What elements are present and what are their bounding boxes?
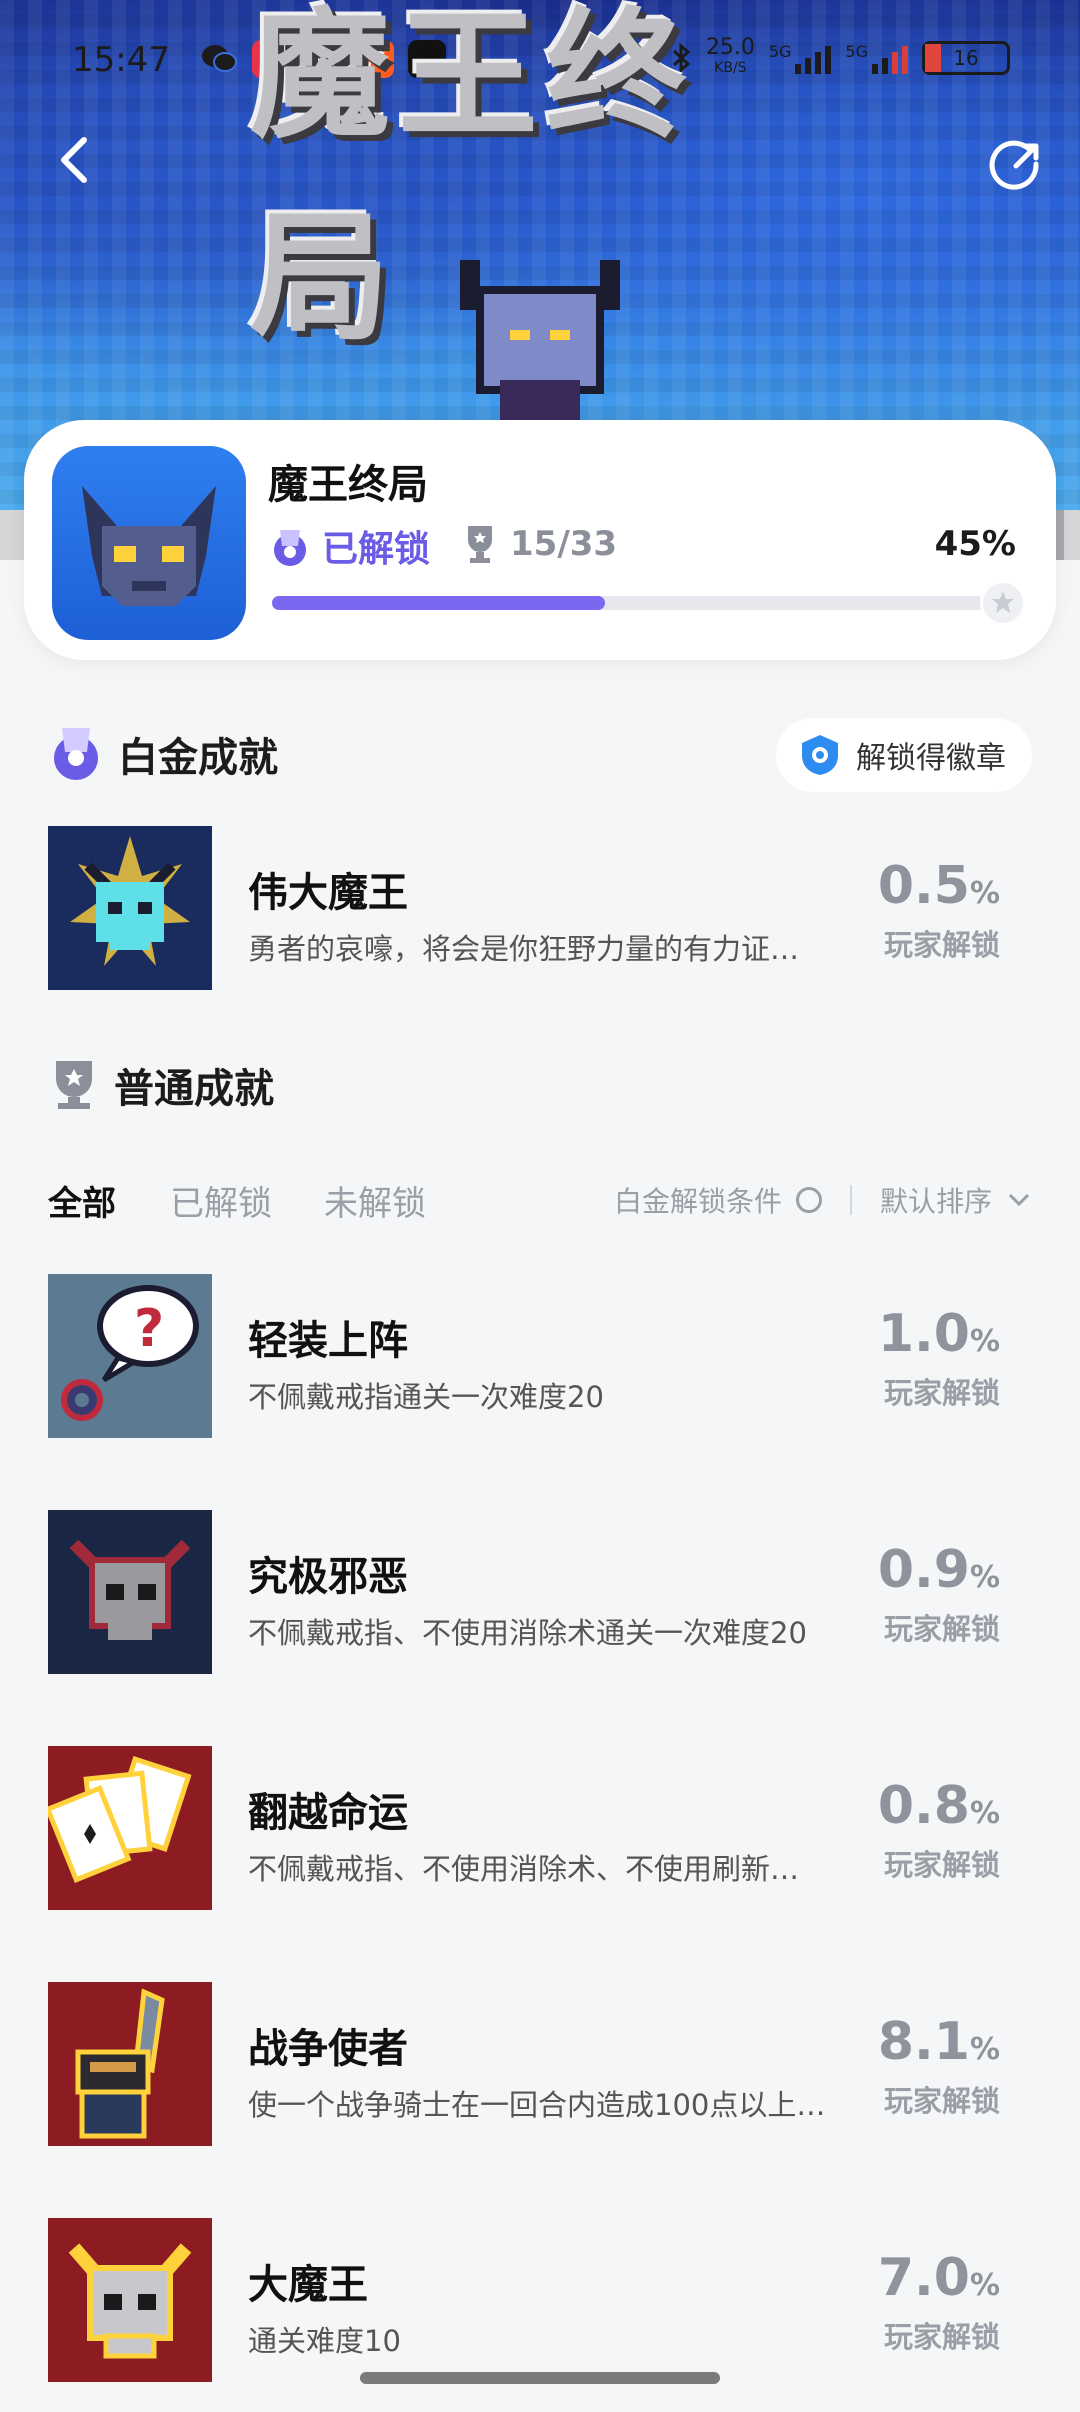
chevron-left-icon <box>61 137 87 183</box>
progress-bar <box>272 580 1026 626</box>
achievement-percent: 1.0% <box>877 1304 1000 1364</box>
status-time: 15:47 <box>72 40 170 80</box>
achievement-caption: 玩家解锁 <box>883 928 1000 962</box>
achievement-row[interactable]: 大魔王 通关难度10 7.0% 玩家解锁 <box>48 2218 1032 2382</box>
platinum-trophy-icon <box>54 728 98 780</box>
achievement-name: 战争使者 <box>248 2026 408 2072</box>
tab-locked[interactable]: 未解锁 <box>324 1176 426 1225</box>
achievement-caption: 玩家解锁 <box>883 1612 1000 1646</box>
chevron-down-icon <box>1008 1193 1030 1207</box>
badge-shield-icon <box>802 735 838 775</box>
achievement-thumb-war-envoy <box>48 1982 212 2146</box>
platinum-achievement-row[interactable]: 伟大魔王 勇者的哀嚎，将会是你狂野力量的有力证… 0.5% 玩家解锁 <box>48 826 1032 990</box>
achievement-percent: 0.8% <box>877 1776 1000 1836</box>
achievement-caption: 玩家解锁 <box>883 1848 1000 1882</box>
progress-end-marker <box>980 580 1026 626</box>
achievement-caption: 玩家解锁 <box>883 2320 1000 2354</box>
achievement-percent: 0.5% <box>877 856 1000 916</box>
normal-section-header: 普通成就 <box>48 1056 274 1114</box>
tab-unlocked[interactable]: 已解锁 <box>170 1176 272 1225</box>
platinum-trophy-icon <box>274 530 306 566</box>
achievement-name: 伟大魔王 <box>248 870 408 916</box>
achievement-row[interactable]: 究极邪恶 不佩戴戒指、不使用消除术通关一次难度20 0.9% 玩家解锁 <box>48 1510 1032 1674</box>
trophy-icon <box>468 526 492 563</box>
achievement-percent: 0.9% <box>877 1540 1000 1600</box>
achievement-desc: 不佩戴戒指、不使用消除术通关一次难度20 <box>248 1616 807 1650</box>
count-text: 15/33 <box>510 524 618 564</box>
battery-icon: 16 <box>922 41 1010 75</box>
svg-text:?: ? <box>134 1299 164 1359</box>
platinum-condition-toggle[interactable] <box>795 1187 822 1213</box>
unlock-badge-label: 解锁得徽章 <box>856 741 1006 776</box>
achievement-row[interactable]: 翻越命运 不佩戴戒指、不使用消除术、不使用刷新… 0.8% 玩家解锁 <box>48 1746 1032 1910</box>
achievement-name: 究极邪恶 <box>248 1554 408 1600</box>
achievement-thumb-great-demon <box>48 826 212 990</box>
achievement-name: 轻装上阵 <box>248 1318 408 1364</box>
home-indicator[interactable] <box>360 2372 720 2384</box>
achievement-thumb-defy-fate <box>48 1746 212 1910</box>
achievement-percent: 8.1% <box>877 2012 1000 2072</box>
achievement-percent: 7.0% <box>877 2248 1000 2308</box>
achievement-count: 15/33 <box>464 524 617 564</box>
achievement-caption: 玩家解锁 <box>883 2084 1000 2118</box>
achievement-caption: 玩家解锁 <box>883 1376 1000 1410</box>
unlock-badge-button[interactable]: 解锁得徽章 <box>776 718 1032 792</box>
platinum-section-title: 白金成就 <box>118 735 278 781</box>
tab-all[interactable]: 全部 <box>48 1176 116 1225</box>
wechat-icon <box>200 40 238 78</box>
share-button[interactable] <box>986 136 1046 196</box>
share-icon <box>989 140 1039 190</box>
filter-controls: 白金解锁条件 默认排序 <box>614 1180 1032 1220</box>
progress-fill <box>272 596 605 610</box>
demon-lord-sprite <box>440 260 640 430</box>
signal-2-icon: 5G <box>845 42 908 74</box>
game-logo: 魔王终局 <box>250 0 830 360</box>
trophy-icon <box>56 1061 92 1109</box>
achievement-row[interactable]: ? 轻装上阵 不佩戴戒指通关一次难度20 1.0% 玩家解锁 <box>48 1274 1032 1438</box>
back-button[interactable] <box>48 130 108 190</box>
game-icon[interactable] <box>52 446 246 640</box>
game-title: 魔王终局 <box>268 462 428 508</box>
filter-tabs: 全部 已解锁 未解锁 白金解锁条件 默认排序 <box>48 1176 1032 1226</box>
achievement-desc: 不佩戴戒指、不使用消除术、不使用刷新… <box>248 1852 800 1886</box>
achievement-desc: 勇者的哀嚎，将会是你狂野力量的有力证… <box>248 932 800 966</box>
platinum-marker-icon <box>992 591 1014 613</box>
achievement-name: 大魔王 <box>248 2262 368 2308</box>
achievement-thumb-ultimate-evil <box>48 1510 212 1674</box>
divider <box>849 1185 852 1215</box>
unlocked-status: 已解锁 <box>268 520 430 572</box>
achievement-thumb-big-demon <box>48 2218 212 2382</box>
unlocked-label: 已解锁 <box>322 529 431 570</box>
achievement-thumb-light-gear: ? <box>48 1274 212 1438</box>
platinum-condition-label: 白金解锁条件 <box>613 1185 782 1218</box>
percent-text: 45% <box>934 524 1016 564</box>
achievement-desc: 不佩戴戒指通关一次难度20 <box>248 1380 604 1414</box>
sort-dropdown[interactable]: 默认排序 <box>880 1180 992 1220</box>
achievement-desc: 通关难度10 <box>248 2324 401 2358</box>
platinum-section-header: 白金成就 <box>48 724 278 784</box>
normal-section-title: 普通成就 <box>114 1066 274 1112</box>
achievement-desc: 使一个战争骑士在一回合内造成100点以上… <box>248 2088 826 2122</box>
game-summary-card: 魔王终局 已解锁 15/33 45% <box>24 420 1056 660</box>
achievement-name: 翻越命运 <box>248 1790 408 1836</box>
achievement-row[interactable]: 战争使者 使一个战争骑士在一回合内造成100点以上… 8.1% 玩家解锁 <box>48 1982 1032 2146</box>
